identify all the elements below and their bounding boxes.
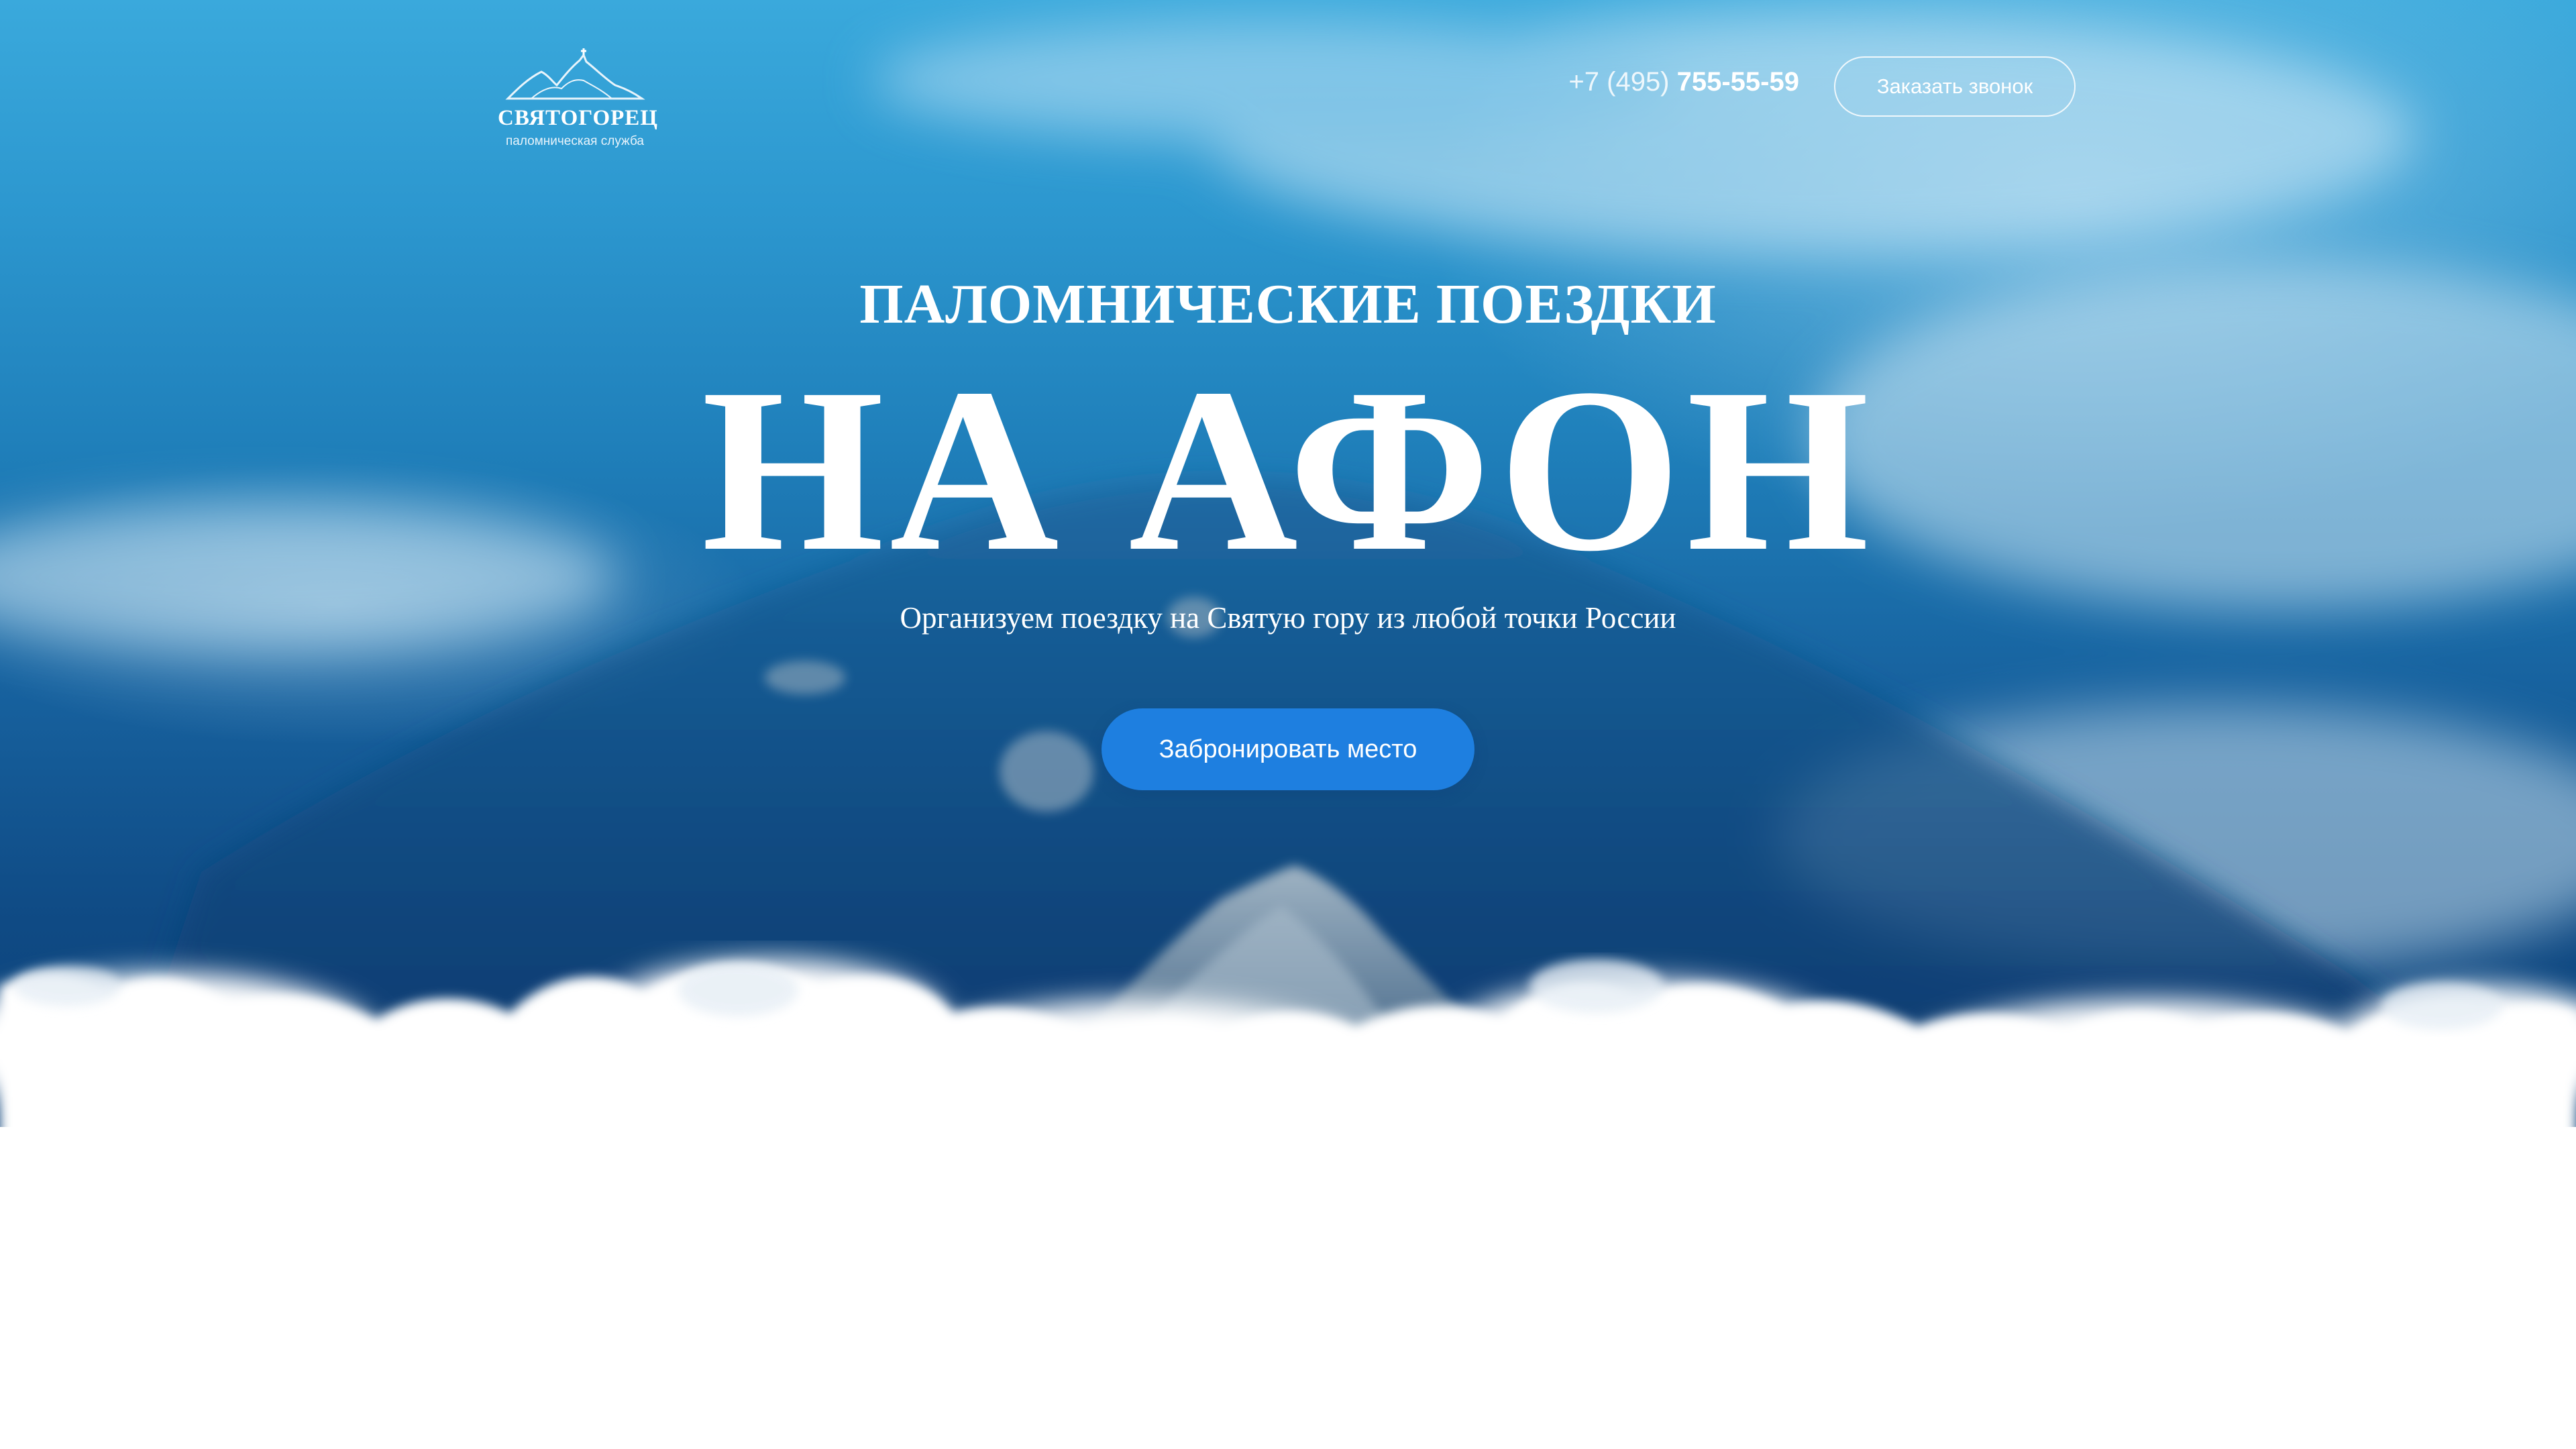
phone-link[interactable]: +7 (495) 755-55-59 (1568, 67, 1799, 97)
landing-page: СВЯТОГОРЕЦ паломническая служба +7 (495)… (0, 0, 2576, 1449)
logo-subtitle: паломническая служба (506, 134, 644, 148)
hero-subtitle: Организуем поездку на Святую гору из люб… (900, 601, 1676, 635)
book-place-button[interactable]: Забронировать место (1102, 708, 1474, 790)
phone-prefix: +7 (495) (1568, 67, 1677, 97)
site-logo[interactable]: СВЯТОГОРЕЦ паломническая служба (498, 48, 658, 156)
foreground-clouds (0, 959, 2576, 1449)
mountain-logo-icon (505, 48, 645, 100)
hero-title: НА АФОН (701, 339, 1875, 600)
phone-number: 755-55-59 (1676, 67, 1799, 97)
callback-button[interactable]: Заказать звонок (1834, 56, 2076, 117)
hero-pretitle: ПАЛОМНИЧЕСКИЕ ПОЕЗДКИ (859, 273, 1717, 335)
logo-title: СВЯТОГОРЕЦ (498, 106, 658, 130)
